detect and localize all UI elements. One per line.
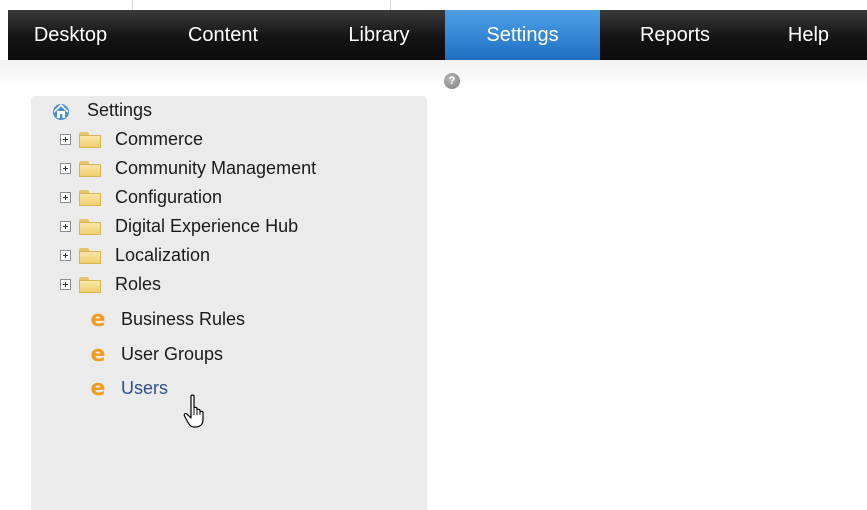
tree-root-settings[interactable]: Settings: [51, 100, 152, 121]
tree-folder-localization[interactable]: Localization: [60, 245, 210, 266]
nav-shadow: [0, 60, 867, 90]
e-icon: e: [90, 341, 106, 367]
tab-help[interactable]: Help: [750, 10, 867, 60]
tree-label: Settings: [87, 100, 153, 120]
folder-icon: [79, 247, 101, 264]
top-strip: [0, 0, 867, 10]
tree-label: Configuration: [115, 187, 223, 207]
tree-folder-commerce[interactable]: Commerce: [60, 129, 203, 150]
help-icon[interactable]: ?: [444, 73, 460, 89]
tree-label: User Groups: [121, 344, 224, 364]
divider: [390, 0, 391, 10]
tree-label: Business Rules: [121, 309, 246, 329]
expand-icon[interactable]: [60, 221, 71, 232]
tree-label: Localization: [115, 245, 211, 265]
settings-tree: Settings Commerce Community Management C…: [31, 96, 427, 510]
tree-folder-community-management[interactable]: Community Management: [60, 158, 316, 179]
divider: [132, 0, 133, 10]
folder-icon: [79, 131, 101, 148]
folder-icon: [79, 160, 101, 177]
tab-settings[interactable]: Settings: [445, 10, 600, 60]
hand-cursor-icon: [183, 394, 204, 428]
e-icon: e: [90, 306, 106, 332]
tab-content[interactable]: Content: [133, 10, 313, 60]
expand-icon[interactable]: [60, 134, 71, 145]
tab-reports[interactable]: Reports: [600, 10, 750, 60]
expand-icon[interactable]: [60, 250, 71, 261]
e-icon: e: [90, 375, 106, 401]
tree-label: Community Management: [115, 158, 317, 178]
folder-icon: [79, 218, 101, 235]
expand-icon[interactable]: [60, 163, 71, 174]
tree-folder-digital-experience-hub[interactable]: Digital Experience Hub: [60, 216, 298, 237]
folder-icon: [79, 189, 101, 206]
tab-desktop[interactable]: Desktop: [8, 10, 133, 60]
tree-item-user-groups[interactable]: e User Groups: [89, 341, 224, 367]
tree-item-business-rules[interactable]: e Business Rules: [89, 306, 246, 332]
tree-folder-configuration[interactable]: Configuration: [60, 187, 222, 208]
folder-icon: [79, 276, 101, 293]
expand-icon[interactable]: [60, 279, 71, 290]
tree-label: Commerce: [115, 129, 204, 149]
main-nav: Desktop Content Library Settings Reports…: [8, 10, 867, 60]
tree-label: Digital Experience Hub: [115, 216, 299, 236]
home-icon: [51, 102, 71, 120]
tree-label: Users: [121, 378, 169, 398]
page: Desktop Content Library Settings Reports…: [0, 0, 867, 510]
expand-icon[interactable]: [60, 192, 71, 203]
tree-label: Roles: [115, 274, 162, 294]
tree-folder-roles[interactable]: Roles: [60, 274, 161, 295]
tree-item-users[interactable]: e Users: [89, 375, 169, 401]
tab-library[interactable]: Library: [313, 10, 445, 60]
